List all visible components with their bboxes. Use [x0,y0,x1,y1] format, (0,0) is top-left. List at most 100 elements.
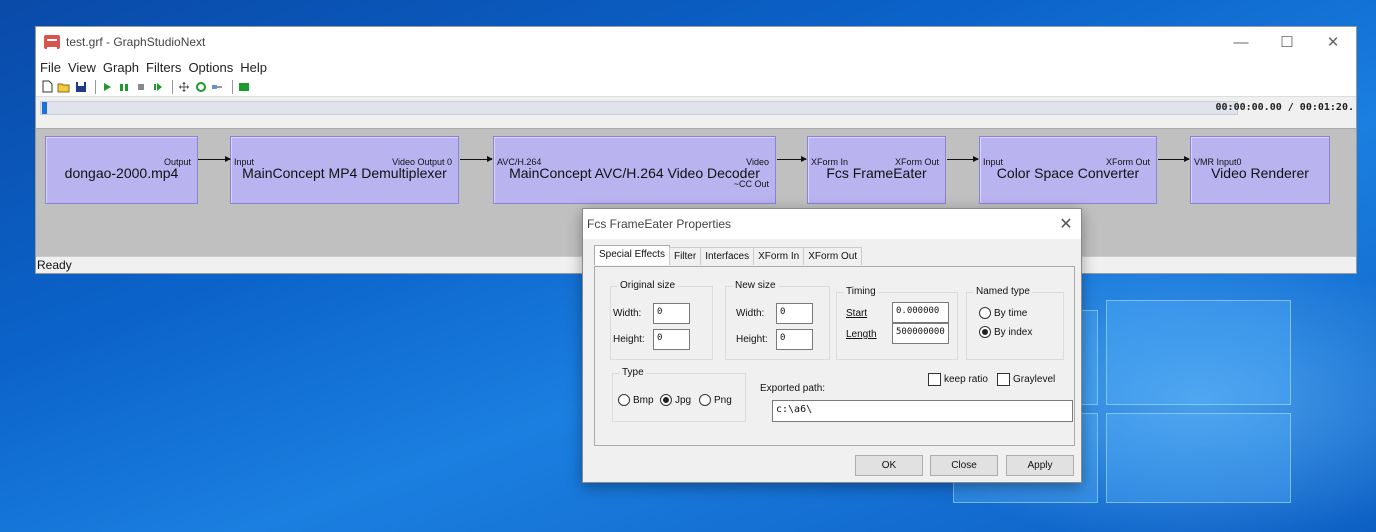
toolbar [36,77,1356,97]
radio-by-index-dot[interactable] [979,326,991,338]
app-icon [44,35,60,49]
radio-by-time[interactable]: By time [979,307,1027,319]
arrange-icon[interactable] [177,80,191,94]
radio-by-time-dot[interactable] [979,307,991,319]
radio-by-index-label: By index [994,326,1033,338]
radio-jpg[interactable]: Jpg [660,394,691,406]
keep-ratio-box[interactable] [928,373,941,386]
original-height-field[interactable]: 0 [653,329,690,350]
radio-bmp-label: Bmp [633,394,654,406]
new-icon[interactable] [40,80,54,94]
exported-path-label: Exported path: [760,383,826,394]
filter-name: MainConcept AVC/H.264 Video Decoder [509,165,760,181]
connection-arrow [1184,156,1190,162]
filter-video-renderer[interactable]: VMR Input0 Video Renderer [1190,136,1330,204]
radio-jpg-label: Jpg [675,394,692,406]
new-size-label: New size [733,280,778,291]
connect-icon[interactable] [211,80,225,94]
seek-thumb[interactable] [42,102,47,114]
radio-bmp-dot[interactable] [618,394,630,406]
named-type-label: Named type [974,286,1032,297]
dialog-close-button[interactable]: ✕ [1051,214,1081,234]
filter-color-space-converter[interactable]: Input XForm Out Color Space Converter [979,136,1157,204]
filter-name: dongao-2000.mp4 [64,165,179,181]
timing-group: Timing Start 0.000000 Length 500000000 [836,286,958,360]
ok-button[interactable]: OK [855,455,923,476]
keep-ratio-checkbox[interactable]: keep ratio [928,373,988,386]
apply-button[interactable]: Apply [1006,455,1074,476]
start-field[interactable]: 0.000000 [892,302,949,323]
filter-name: Color Space Converter [996,165,1140,181]
radio-bmp[interactable]: Bmp [618,394,654,406]
filter-decoder[interactable]: AVC/H.264 Video ~CC Out MainConcept AVC/… [493,136,776,204]
toolbar-separator [172,79,173,94]
menu-help[interactable]: Help [240,60,267,75]
radio-png-dot[interactable] [699,394,711,406]
open-icon[interactable] [57,80,71,94]
radio-png[interactable]: Png [699,394,732,406]
seek-row: 00:00:00.00 / 00:01:20. [36,97,1356,119]
step-icon[interactable] [151,80,165,94]
menu-filters[interactable]: Filters [146,60,181,75]
original-size-label: Original size [618,280,678,291]
filter-demultiplexer[interactable]: Input Video Output 0 MainConcept MP4 Dem… [230,136,459,204]
special-effects-panel: Original size Width: 0 Height: 0 New siz… [594,266,1075,446]
connection-arrow [225,156,231,162]
status-text: Ready [37,258,72,272]
radio-by-index[interactable]: By index [979,326,1032,338]
close-button[interactable]: ✕ [1310,27,1356,57]
length-field[interactable]: 500000000 [892,323,949,344]
refresh-icon[interactable] [194,80,208,94]
maximize-button[interactable]: ☐ [1264,27,1310,57]
window-title: test.grf - GraphStudioNext [66,35,206,49]
play-icon[interactable] [100,80,114,94]
tab-xform-out[interactable]: XForm Out [803,247,863,265]
radio-by-time-label: By time [994,307,1028,319]
filter-source[interactable]: Output dongao-2000.mp4 [45,136,198,204]
menu-options[interactable]: Options [188,60,233,75]
tab-xform-in[interactable]: XForm In [753,247,805,265]
graylevel-box[interactable] [997,373,1010,386]
window-controls: — ☐ ✕ [1218,27,1356,57]
new-height-field[interactable]: 0 [776,329,813,350]
dialog-title: Fcs FrameEater Properties [587,217,732,231]
radio-jpg-dot[interactable] [660,394,672,406]
filter-name: Video Renderer [1211,165,1309,181]
filter-frame-eater[interactable]: XForm In XForm Out Fcs FrameEater [807,136,946,204]
seek-bar[interactable] [40,101,1238,115]
properties-dialog: Fcs FrameEater Properties ✕ Special Effe… [582,208,1082,483]
pause-icon[interactable] [117,80,131,94]
connection-arrow [973,156,979,162]
connection-arrow [801,156,807,162]
graylevel-label: Graylevel [1013,374,1056,385]
close-dialog-button[interactable]: Close [930,455,998,476]
graylevel-checkbox[interactable]: Graylevel [997,373,1055,386]
new-width-field[interactable]: 0 [776,303,813,324]
menu-graph[interactable]: Graph [103,60,139,75]
dialog-title-bar: Fcs FrameEater Properties ✕ [583,209,1081,239]
menu-file[interactable]: File [40,60,61,75]
keep-ratio-label: keep ratio [944,374,988,385]
title-bar: test.grf - GraphStudioNext — ☐ ✕ [36,27,1356,57]
exported-path-field[interactable]: c:\a6\ [772,400,1073,422]
start-label: Start [846,308,868,319]
stop-icon[interactable] [134,80,148,94]
radio-png-label: Png [714,394,732,406]
new-size-group: New size Width: 0 Height: 0 [725,280,830,360]
connection-arrow [487,156,493,162]
filters-icon[interactable] [237,80,251,94]
minimize-button[interactable]: — [1218,27,1264,57]
save-icon[interactable] [74,80,88,94]
toolbar-separator [232,79,233,94]
original-size-group: Original size Width: 0 Height: 0 [610,280,713,360]
tab-special-effects[interactable]: Special Effects [594,245,670,265]
timing-label: Timing [844,286,878,297]
filter-name: Fcs FrameEater [826,165,927,181]
tab-filter[interactable]: Filter [668,247,702,265]
toolbar-separator [95,79,96,94]
type-group: Type Bmp Jpg Png [612,367,746,422]
menu-view[interactable]: View [68,60,96,75]
type-label: Type [620,367,646,378]
original-width-field[interactable]: 0 [653,303,690,324]
tab-interfaces[interactable]: Interfaces [700,247,755,265]
